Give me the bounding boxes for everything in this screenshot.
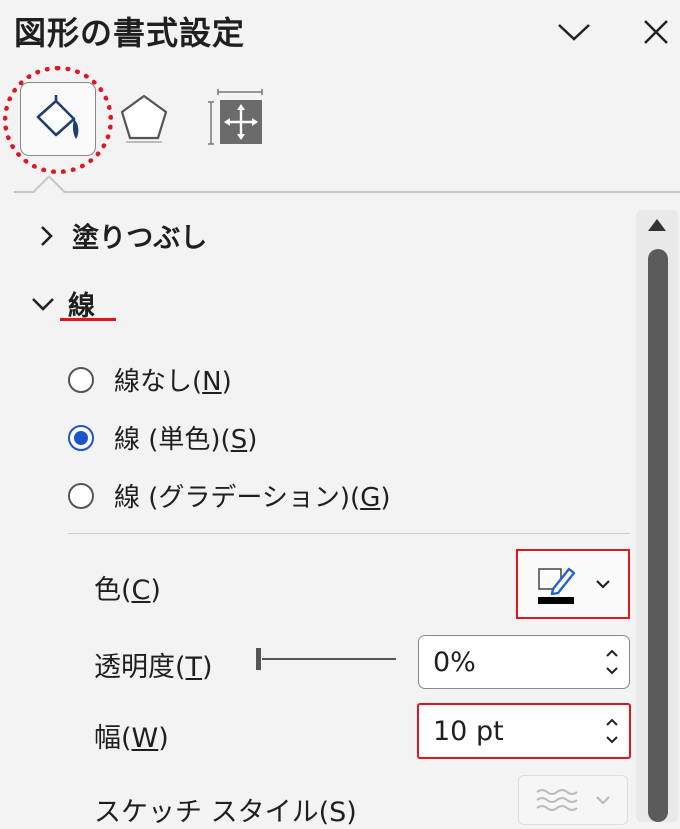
line-section-underline: [60, 318, 116, 321]
sketch-style-label: スケッチ スタイル(S): [94, 797, 357, 828]
width-label: 幅(W): [94, 723, 169, 754]
radio-gradient-line[interactable]: 線 (グラデーション)(G): [68, 477, 391, 514]
chevron-right-icon: [41, 225, 53, 246]
size-move-icon: [208, 89, 263, 145]
paint-bucket-icon: [36, 95, 79, 139]
radio-label: 線 (単色)(S): [114, 425, 258, 455]
color-label: 色(C): [94, 575, 161, 606]
sketch-style-dropdown[interactable]: [518, 775, 628, 825]
radio-label: 線なし(N): [114, 367, 232, 397]
radio-label: 線 (グラデーション)(G): [114, 483, 391, 513]
transparency-slider-thumb[interactable]: [256, 648, 261, 670]
tab-effects[interactable]: [114, 88, 174, 148]
fill-section-header[interactable]: 塗りつぶし: [34, 216, 207, 255]
chevron-down-icon: [596, 580, 610, 589]
chevron-down-icon: [596, 796, 610, 805]
spin-up-icon[interactable]: [605, 718, 619, 727]
pane-title: 図形の書式設定: [14, 14, 246, 52]
scroll-up-button[interactable]: [646, 214, 668, 236]
width-value[interactable]: 10 pt: [433, 716, 504, 747]
triangle-up-icon: [648, 219, 666, 231]
fill-section-label: 塗りつぶし: [72, 223, 208, 254]
radio-button-checked[interactable]: [68, 424, 94, 451]
radio-solid-line[interactable]: 線 (単色)(S): [68, 419, 257, 456]
close-pane-button[interactable]: [634, 10, 678, 54]
transparency-slider-track[interactable]: [262, 658, 396, 660]
close-icon: [644, 20, 668, 44]
radio-button[interactable]: [68, 366, 94, 393]
chevron-down-icon: [558, 24, 590, 41]
radio-button[interactable]: [68, 482, 94, 509]
separator: [68, 533, 630, 534]
transparency-spinner[interactable]: 0%: [418, 635, 630, 689]
tab-divider: [14, 191, 680, 193]
tab-size-and-properties[interactable]: [204, 86, 268, 150]
pentagon-icon: [120, 94, 168, 143]
spin-down-icon[interactable]: [605, 666, 619, 675]
transparency-value[interactable]: 0%: [433, 647, 476, 678]
sketch-wave-icon: [536, 789, 578, 811]
radio-no-line[interactable]: 線なし(N): [68, 361, 232, 398]
spin-down-icon[interactable]: [605, 735, 619, 744]
scrollbar-thumb[interactable]: [648, 249, 668, 822]
collapse-pane-button[interactable]: [552, 10, 596, 54]
spin-up-icon[interactable]: [605, 649, 619, 658]
pen-color-icon: [538, 567, 576, 604]
line-color-picker[interactable]: [516, 549, 630, 619]
tab-fill-and-line[interactable]: [20, 82, 96, 156]
transparency-label: 透明度(T): [94, 652, 213, 683]
tab-pointer-inner: [34, 178, 64, 193]
chevron-down-icon: [32, 297, 54, 311]
width-spinner[interactable]: 10 pt: [417, 703, 631, 759]
